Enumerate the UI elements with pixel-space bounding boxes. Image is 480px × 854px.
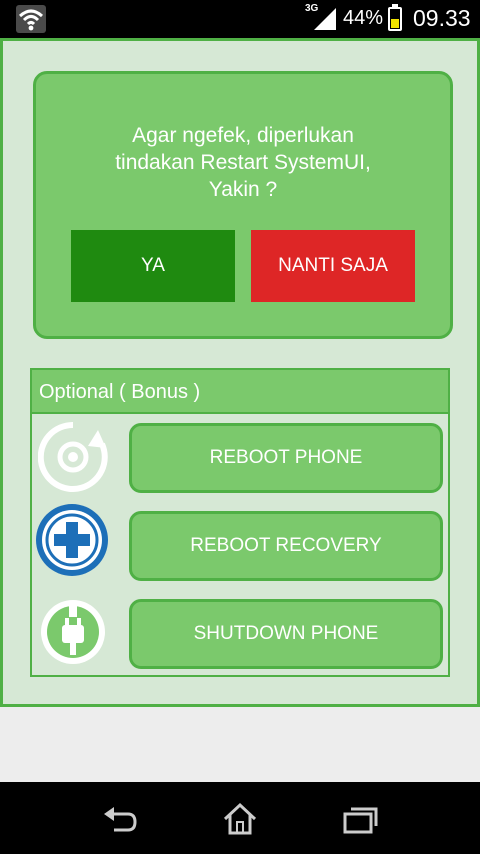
navigation-bar [0, 782, 480, 854]
yes-button[interactable]: YA [71, 230, 235, 302]
shutdown-phone-button[interactable]: SHUTDOWN PHONE [129, 599, 443, 669]
later-button[interactable]: NANTI SAJA [251, 230, 415, 302]
app-frame: Agar ngefek, diperlukan tindakan Restart… [0, 38, 480, 707]
reboot-phone-button[interactable]: REBOOT PHONE [129, 423, 443, 493]
bonus-panel: Optional ( Bonus ) REBOOT PHONE REBOOT R… [30, 368, 450, 677]
power-plug-icon [38, 597, 108, 667]
bonus-header: Optional ( Bonus ) [32, 370, 448, 414]
wifi-icon [16, 5, 46, 33]
status-bar: 3G 44% 09.33 [0, 0, 480, 38]
battery-percent: 44% [343, 7, 384, 29]
clock: 09.33 [413, 5, 471, 31]
battery-level [391, 19, 399, 28]
home-icon[interactable] [222, 802, 258, 836]
reboot-icon [37, 421, 108, 492]
back-icon[interactable] [102, 802, 138, 836]
recent-apps-icon[interactable] [342, 802, 378, 836]
battery-icon [388, 4, 402, 31]
dialog-message: Agar ngefek, diperlukan tindakan Restart… [115, 124, 371, 201]
recovery-icon [36, 504, 108, 576]
reboot-recovery-button[interactable]: REBOOT RECOVERY [129, 511, 443, 581]
restart-dialog: Agar ngefek, diperlukan tindakan Restart… [33, 71, 453, 339]
signal-icon [314, 8, 336, 30]
